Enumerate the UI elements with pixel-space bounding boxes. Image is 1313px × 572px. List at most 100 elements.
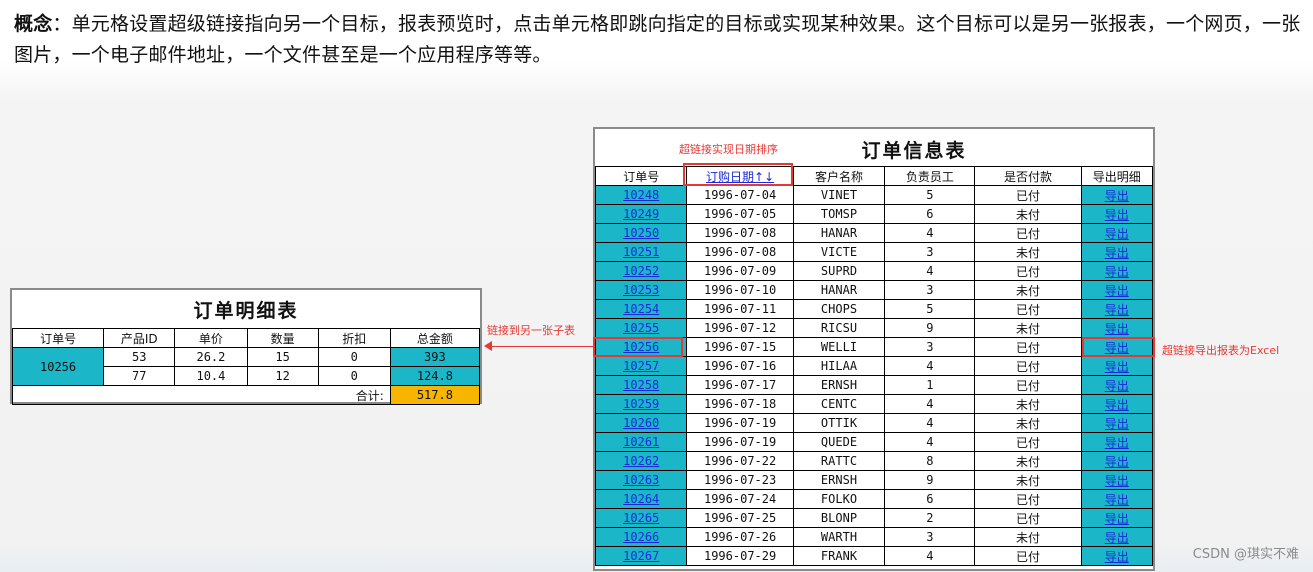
order-no-link-cell[interactable]: 10259 bbox=[595, 394, 688, 414]
order-no-link[interactable]: 10260 bbox=[623, 416, 659, 430]
export-link[interactable]: 导出 bbox=[1105, 398, 1129, 412]
order-no-link-cell[interactable]: 10265 bbox=[595, 508, 688, 528]
order-no-link[interactable]: 10255 bbox=[623, 321, 659, 335]
customer-name: VINET bbox=[792, 185, 886, 205]
order-no-link-cell[interactable]: 10258 bbox=[595, 375, 688, 395]
employee-id: 9 bbox=[884, 318, 976, 338]
export-link[interactable]: 导出 bbox=[1105, 436, 1129, 450]
concept-text: ：单元格设置超级链接指向另一个目标，报表预览时，点击单元格即跳向指定的目标或实现… bbox=[14, 13, 1301, 66]
order-body: 10248 1996-07-04 VINET 5 已付 导出 10249 1996-07-05… bbox=[595, 185, 1153, 566]
order-header-row: 订单号 订购日期↑↓ 客户名称 负责员工 是否付款 导出明细 bbox=[595, 166, 1153, 186]
order-no-link[interactable]: 10258 bbox=[623, 378, 659, 392]
order-no-link[interactable]: 10267 bbox=[623, 549, 659, 563]
order-date: 1996-07-08 bbox=[686, 242, 794, 262]
order-no-link-cell[interactable]: 10263 bbox=[595, 470, 688, 490]
export-link-cell[interactable]: 导出 bbox=[1080, 432, 1153, 452]
customer-name: HANAR bbox=[792, 223, 886, 243]
export-link[interactable]: 导出 bbox=[1105, 208, 1129, 222]
export-link[interactable]: 导出 bbox=[1105, 474, 1129, 488]
order-no-link-cell[interactable]: 10252 bbox=[595, 261, 688, 281]
order-no-link[interactable]: 10249 bbox=[623, 207, 659, 221]
order-no-link[interactable]: 10264 bbox=[623, 492, 659, 506]
order-no-link[interactable]: 10251 bbox=[623, 245, 659, 259]
payment-status: 未付 bbox=[974, 204, 1082, 224]
export-link[interactable]: 导出 bbox=[1105, 550, 1129, 564]
export-link-cell[interactable]: 导出 bbox=[1080, 375, 1153, 395]
order-no-link[interactable]: 10254 bbox=[623, 302, 659, 316]
payment-status: 已付 bbox=[974, 337, 1082, 357]
export-link[interactable]: 导出 bbox=[1105, 455, 1129, 469]
export-link-cell[interactable]: 导出 bbox=[1080, 451, 1153, 471]
order-no-link[interactable]: 10253 bbox=[623, 283, 659, 297]
export-link-cell[interactable]: 导出 bbox=[1080, 223, 1153, 243]
detail-cell: 0 bbox=[317, 366, 391, 386]
export-link[interactable]: 导出 bbox=[1105, 265, 1129, 279]
order-no-link-cell[interactable]: 10251 bbox=[595, 242, 688, 262]
order-no-link-cell[interactable]: 10255 bbox=[595, 318, 688, 338]
order-no-link-cell[interactable]: 10260 bbox=[595, 413, 688, 433]
order-no-link-cell[interactable]: 10262 bbox=[595, 451, 688, 471]
export-link[interactable]: 导出 bbox=[1105, 493, 1129, 507]
export-link-cell[interactable]: 导出 bbox=[1080, 546, 1153, 566]
employee-id: 6 bbox=[884, 489, 976, 509]
export-link[interactable]: 导出 bbox=[1105, 322, 1129, 336]
export-link-cell[interactable]: 导出 bbox=[1080, 470, 1153, 490]
order-no-link[interactable]: 10257 bbox=[623, 359, 659, 373]
export-link-cell[interactable]: 导出 bbox=[1080, 394, 1153, 414]
export-link-cell[interactable]: 导出 bbox=[1080, 280, 1153, 300]
order-no-link[interactable]: 10263 bbox=[623, 473, 659, 487]
order-no-link-cell[interactable]: 10253 bbox=[595, 280, 688, 300]
order-no-link-cell[interactable]: 10261 bbox=[595, 432, 688, 452]
order-date: 1996-07-26 bbox=[686, 527, 794, 547]
export-link[interactable]: 导出 bbox=[1105, 303, 1129, 317]
export-link-cell[interactable]: 导出 bbox=[1080, 356, 1153, 376]
detail-cell: 0 bbox=[317, 347, 391, 367]
order-no-link-cell[interactable]: 10250 bbox=[595, 223, 688, 243]
employee-id: 4 bbox=[884, 356, 976, 376]
order-no-link[interactable]: 10259 bbox=[623, 397, 659, 411]
table-row: 10267 1996-07-29 FRANK 4 已付 导出 bbox=[595, 546, 1153, 566]
order-no-link[interactable]: 10262 bbox=[623, 454, 659, 468]
payment-status: 未付 bbox=[974, 451, 1082, 471]
export-link[interactable]: 导出 bbox=[1105, 246, 1129, 260]
order-no-link-cell[interactable]: 10266 bbox=[595, 527, 688, 547]
export-link-cell[interactable]: 导出 bbox=[1080, 185, 1153, 205]
export-link-cell[interactable]: 导出 bbox=[1080, 242, 1153, 262]
export-link[interactable]: 导出 bbox=[1105, 512, 1129, 526]
order-no-link[interactable]: 10265 bbox=[623, 511, 659, 525]
employee-id: 5 bbox=[884, 299, 976, 319]
customer-name: WELLI bbox=[792, 337, 886, 357]
export-link[interactable]: 导出 bbox=[1105, 379, 1129, 393]
export-link-cell[interactable]: 导出 bbox=[1080, 508, 1153, 528]
order-no-link-cell[interactable]: 10248 bbox=[595, 185, 688, 205]
export-link[interactable]: 导出 bbox=[1105, 417, 1129, 431]
employee-id: 6 bbox=[884, 204, 976, 224]
link-arrow bbox=[490, 346, 593, 347]
export-link-cell[interactable]: 导出 bbox=[1080, 299, 1153, 319]
order-no-link-cell[interactable]: 10249 bbox=[595, 204, 688, 224]
order-no-link[interactable]: 10250 bbox=[623, 226, 659, 240]
export-link[interactable]: 导出 bbox=[1105, 531, 1129, 545]
export-link-cell[interactable]: 导出 bbox=[1080, 413, 1153, 433]
export-link-cell[interactable]: 导出 bbox=[1080, 489, 1153, 509]
order-no-link-cell[interactable]: 10264 bbox=[595, 489, 688, 509]
export-link[interactable]: 导出 bbox=[1105, 284, 1129, 298]
export-link-cell[interactable]: 导出 bbox=[1080, 204, 1153, 224]
order-no-link-cell[interactable]: 10254 bbox=[595, 299, 688, 319]
export-link-cell[interactable]: 导出 bbox=[1080, 318, 1153, 338]
export-link-cell[interactable]: 导出 bbox=[1080, 261, 1153, 281]
detail-table: 订单号 产品ID 单价 数量 折扣 总金额 10256 53 26.2 15 0… bbox=[11, 328, 481, 405]
order-no-link-cell[interactable]: 10267 bbox=[595, 546, 688, 566]
detail-amount: 124.8 bbox=[389, 366, 481, 386]
order-no-link[interactable]: 10252 bbox=[623, 264, 659, 278]
link-subreport-annotation: 链接到另一张子表 bbox=[487, 324, 575, 337]
payment-status: 已付 bbox=[974, 375, 1082, 395]
order-no-link[interactable]: 10248 bbox=[623, 188, 659, 202]
export-link[interactable]: 导出 bbox=[1105, 189, 1129, 203]
order-no-link[interactable]: 10266 bbox=[623, 530, 659, 544]
export-link[interactable]: 导出 bbox=[1105, 360, 1129, 374]
order-no-link-cell[interactable]: 10257 bbox=[595, 356, 688, 376]
export-link-cell[interactable]: 导出 bbox=[1080, 527, 1153, 547]
order-no-link[interactable]: 10261 bbox=[623, 435, 659, 449]
export-link[interactable]: 导出 bbox=[1105, 227, 1129, 241]
